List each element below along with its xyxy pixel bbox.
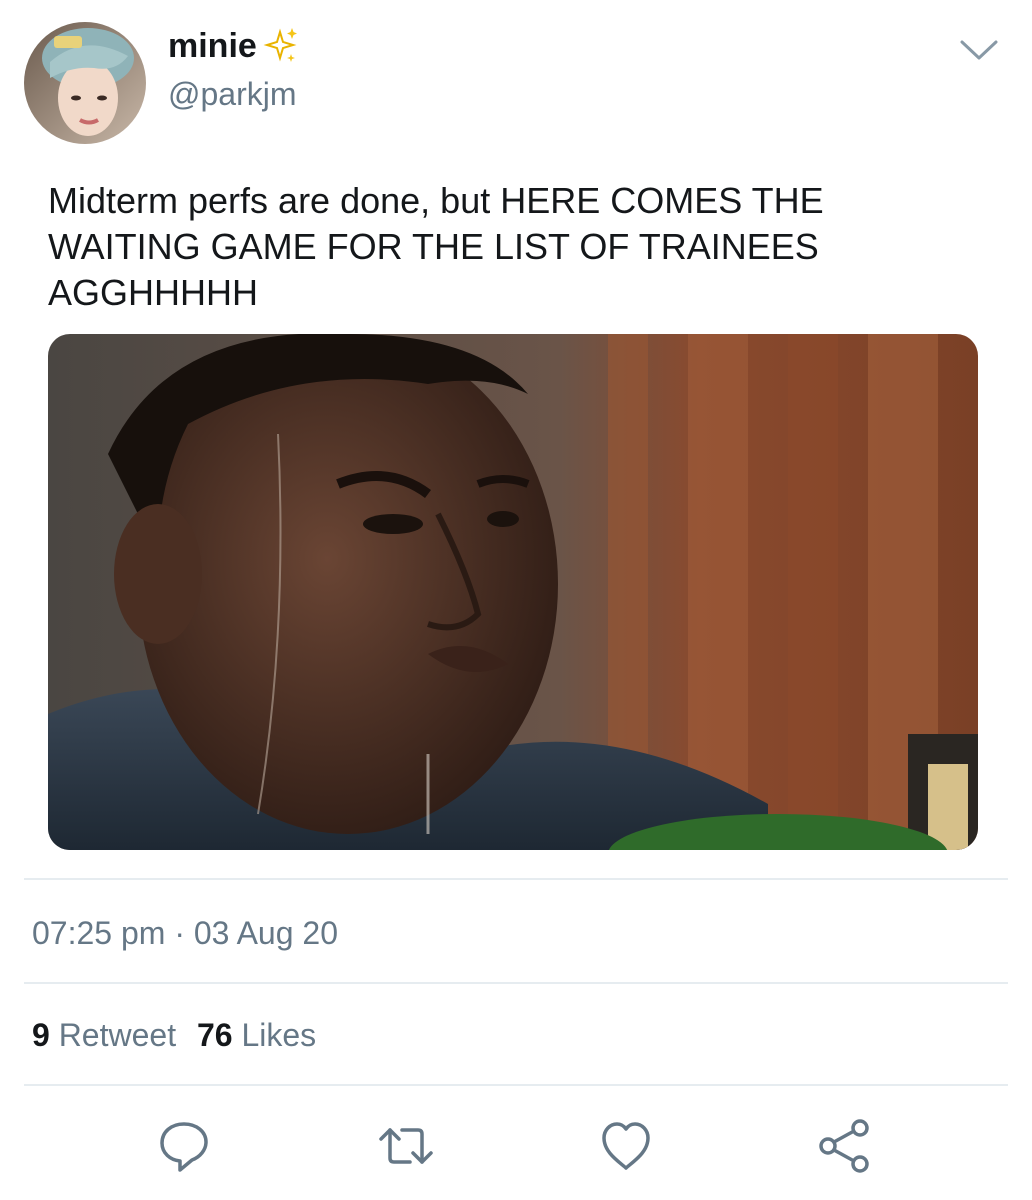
tweet-text: Midterm perfs are done, but HERE COMES T…	[48, 180, 824, 313]
reply-button[interactable]	[156, 1118, 212, 1174]
likes-stat[interactable]: 76 Likes	[197, 1017, 316, 1053]
tweet-stats: 9 Retweet 76 Likes	[32, 1014, 316, 1056]
retweet-label: Retweet	[58, 1017, 177, 1053]
divider	[24, 878, 1008, 880]
retweet-count: 9	[32, 1017, 50, 1053]
timestamp-separator: ·	[174, 915, 185, 951]
tweet-timestamp[interactable]: 07:25 pm · 03 Aug 20	[32, 912, 338, 954]
sparkles-icon	[263, 28, 297, 62]
tweet-date: 03 Aug 20	[193, 915, 338, 951]
retweet-stat[interactable]: 9 Retweet	[32, 1017, 185, 1053]
like-button[interactable]	[598, 1118, 654, 1174]
like-icon	[602, 1122, 650, 1170]
reply-icon	[160, 1122, 208, 1172]
avatar[interactable]	[24, 22, 146, 144]
tweet-time: 07:25 pm	[32, 915, 166, 951]
divider	[24, 982, 1008, 984]
tweet-media[interactable]	[48, 334, 978, 850]
retweet-icon	[379, 1128, 433, 1164]
likes-label: Likes	[241, 1017, 317, 1053]
chevron-down-icon[interactable]	[958, 36, 1000, 64]
user-handle[interactable]: @parkjm	[168, 74, 297, 114]
retweet-button[interactable]	[378, 1118, 434, 1174]
share-icon	[819, 1119, 869, 1173]
share-button[interactable]	[816, 1118, 872, 1174]
likes-count: 76	[196, 1017, 233, 1053]
divider	[24, 1084, 1008, 1086]
display-name[interactable]: minie	[168, 24, 257, 68]
